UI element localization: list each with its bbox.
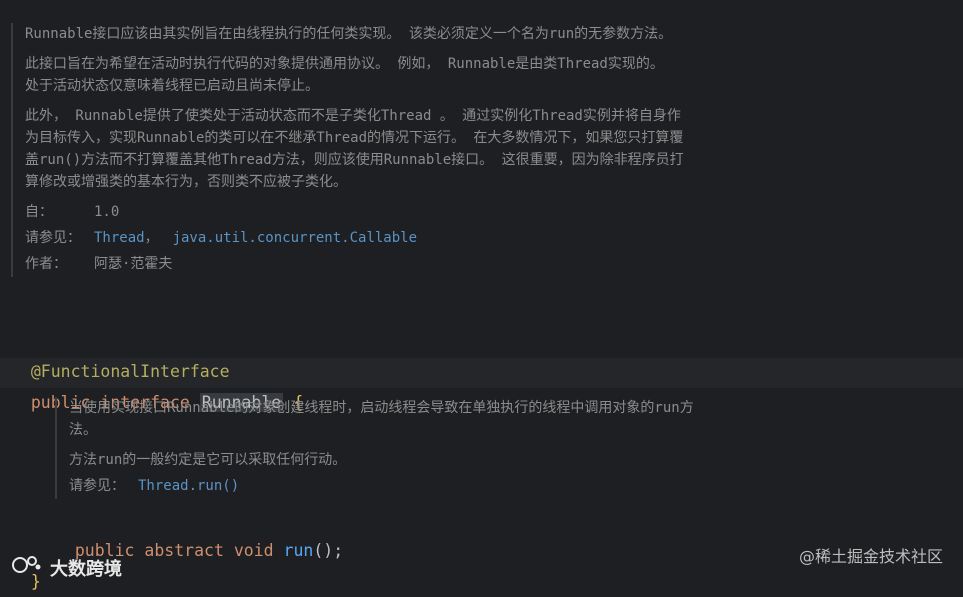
javadoc-para-3: 此外， Runnable提供了使类处于活动状态而不是子类化Thread 。 通过… xyxy=(25,108,684,190)
since-value: 1.0 xyxy=(94,204,120,220)
since-label: 自： xyxy=(25,204,53,220)
method-tail: (); xyxy=(313,541,344,560)
callable-link[interactable]: java.util.concurrent.Callable xyxy=(173,227,417,249)
javadoc-para-1: Runnable接口应该由其实例旨在由线程执行的任何类实现。 该类必须定义一个名… xyxy=(25,26,673,42)
method-see-also-row: 请参见： Thread.run() xyxy=(69,473,694,499)
void-keyword: void xyxy=(233,541,274,560)
author-value: 阿瑟·范霍夫 xyxy=(94,256,173,272)
logo-icon xyxy=(12,553,42,582)
abstract-keyword: abstract xyxy=(144,541,224,560)
see-separator: ， xyxy=(144,230,159,246)
watermark-juejin: @稀土掘金技术社区 xyxy=(798,547,943,566)
since-row: 自： 1.0 xyxy=(25,199,685,225)
watermark-left-text: 大数跨境 xyxy=(50,558,122,580)
method-javadoc-para-1: 当使用实现接口Runnable的对象创建线程时，启动线程会导致在单独执行的线程中… xyxy=(69,400,694,438)
author-row: 作者： 阿瑟·范霍夫 xyxy=(25,251,685,277)
method-see-also-label: 请参见： xyxy=(69,478,125,494)
thread-link[interactable]: Thread xyxy=(94,227,145,249)
class-javadoc: Runnable接口应该由其实例旨在由线程执行的任何类实现。 该类必须定义一个名… xyxy=(11,23,685,277)
see-also-label: 请参见： xyxy=(25,230,81,246)
see-also-row: 请参见： Thread ， java.util.concurrent.Calla… xyxy=(25,225,685,251)
thread-run-link[interactable]: Thread.run() xyxy=(138,475,239,497)
run-method-name[interactable]: run xyxy=(284,541,314,560)
method-javadoc: 当使用实现接口Runnable的对象创建线程时，启动线程会导致在单独执行的线程中… xyxy=(55,397,694,499)
watermark-logo: 大数跨境 xyxy=(12,553,122,582)
javadoc-para-2: 此接口旨在为希望在活动时执行代码的对象提供通用协议。 例如， Runnable是… xyxy=(25,56,664,94)
method-javadoc-para-2: 方法run的一般约定是它可以采取任何行动。 xyxy=(69,452,347,468)
author-label: 作者： xyxy=(25,256,67,272)
